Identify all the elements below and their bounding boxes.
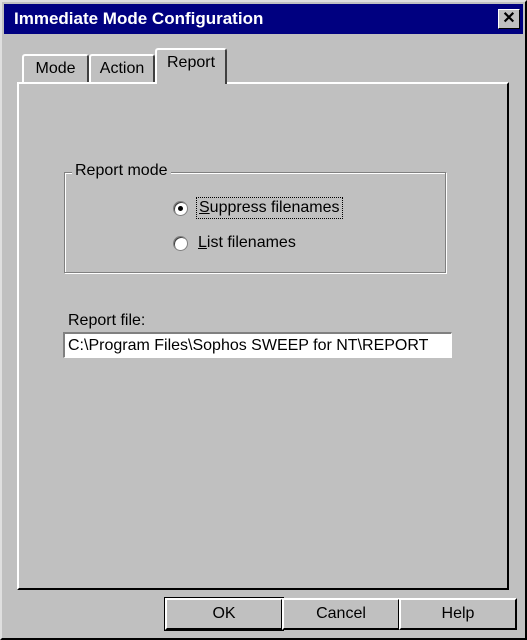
tab-report[interactable]: Report [155,48,227,84]
window-title: Immediate Mode Configuration [14,9,264,28]
radio-list-filenames[interactable]: List filenames [173,232,298,254]
help-button[interactable]: Help [399,598,517,630]
radio-suppress-filenames[interactable]: Suppress filenames [173,197,343,219]
radio-button-unchecked[interactable] [173,235,188,251]
report-file-label: Report file: [68,312,146,329]
report-mode-group-label: Report mode [72,162,171,180]
title-bar[interactable]: Immediate Mode Configuration ✕ [4,4,523,34]
report-mode-group [64,172,446,273]
report-file-input[interactable] [63,332,452,358]
close-icon: ✕ [502,10,516,27]
tab-mode[interactable]: Mode [22,54,89,84]
tab-mode-label: Mode [35,60,76,77]
suppress-filenames-label: Suppress filenames [196,197,343,219]
tab-action[interactable]: Action [89,54,155,84]
close-button[interactable]: ✕ [498,9,520,29]
radio-dot [178,205,183,211]
cancel-button[interactable]: Cancel [282,598,400,630]
tab-action-label: Action [99,60,145,77]
ok-button[interactable]: OK [164,597,284,631]
radio-button-checked[interactable] [173,200,188,216]
tab-report-label: Report [166,54,216,71]
list-filenames-label: List filenames [198,234,296,251]
